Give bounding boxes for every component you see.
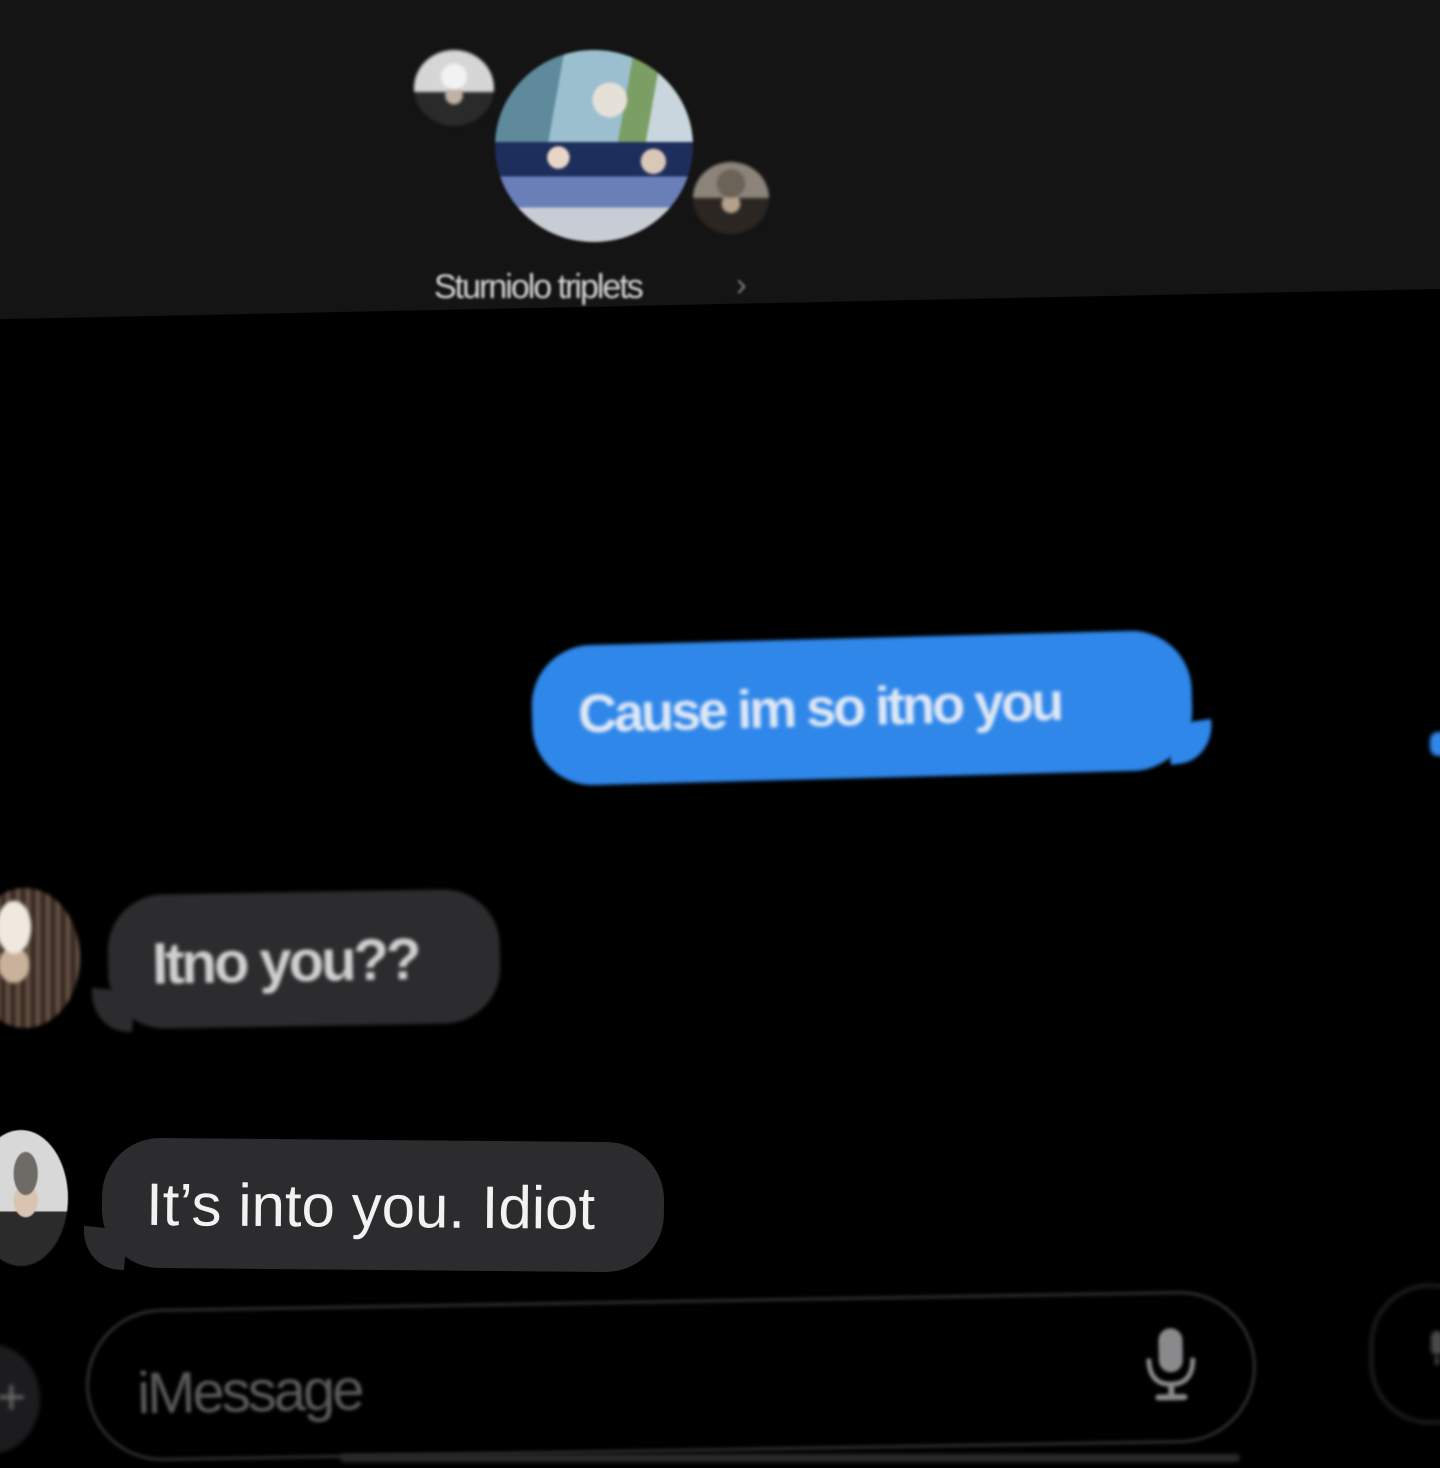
sent-message-bubble[interactable]: Cause im so itno you: [530, 629, 1194, 787]
plus-icon: +: [0, 1369, 26, 1425]
received-message-bubble[interactable]: It’s into you. Idiot: [101, 1137, 665, 1273]
message-text: It’s into you. Idiot: [145, 1170, 596, 1242]
offscreen-bubble-edge: [1430, 732, 1440, 756]
member-avatar-left[interactable]: [414, 50, 494, 126]
received-bubble-tail: [80, 1225, 128, 1271]
sent-bubble-tail: [1165, 718, 1217, 766]
message-input[interactable]: iMessage: [84, 1289, 1258, 1463]
sender-avatar[interactable]: [0, 888, 80, 1028]
microphone-icon[interactable]: [1140, 1324, 1201, 1405]
message-input-placeholder: iMessage: [136, 1357, 362, 1427]
plus-button[interactable]: +: [0, 1344, 40, 1454]
received-message-bubble[interactable]: Itno you??: [106, 888, 502, 1030]
message-text: Itno you??: [151, 927, 419, 997]
member-avatar-right[interactable]: [693, 162, 769, 234]
audio-record-button[interactable]: [1370, 1284, 1440, 1424]
audio-record-icon: [1431, 1331, 1440, 1365]
group-photo-avatar[interactable]: [495, 50, 693, 242]
home-indicator: [340, 1454, 1240, 1462]
received-bubble-tail: [88, 987, 136, 1033]
conversation-header: [0, 0, 1440, 321]
chevron-right-icon[interactable]: ›: [736, 266, 747, 303]
message-text: Cause im so itno you: [577, 671, 1062, 745]
messages-screen: Sturniolo triplets › Cause im so itno yo…: [0, 0, 1440, 1468]
group-name-title[interactable]: Sturniolo triplets: [434, 268, 644, 307]
sender-avatar[interactable]: [0, 1130, 68, 1266]
